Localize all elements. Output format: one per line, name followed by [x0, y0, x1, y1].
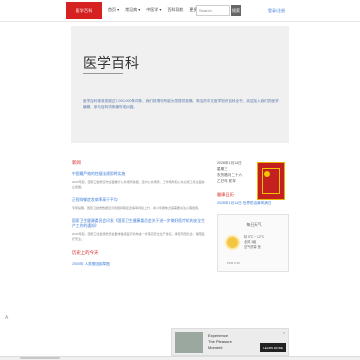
history-section: 历史上的今天 2000年 人类基因组草图 — [72, 250, 206, 267]
advertisement-banner[interactable]: Experience The Pleasure Moment LEARN MOR… — [171, 328, 289, 356]
hero-divider — [83, 73, 123, 74]
ad-image — [175, 332, 203, 353]
ad-cta-button[interactable]: LEARN MORE — [260, 343, 286, 352]
weather-pm25: PM2.5 45 — [227, 261, 240, 265]
scrollbar-thumb[interactable] — [20, 357, 60, 359]
nav-tcm[interactable]: 中医学 ▾ — [146, 7, 161, 13]
ad-close-icon[interactable]: × — [283, 330, 285, 335]
weather-details: 晴 5°C ~ 12°C 北风 3级 空气质量 良 — [244, 235, 264, 250]
nav-directory[interactable]: 百科导航 — [167, 7, 183, 13]
weather-air: 空气质量 良 — [244, 245, 261, 249]
news-section-title: 新闻 — [72, 160, 81, 165]
news-item: 中国最严格的控烟法规即将实施 2026年起，国家卫健委宣布全面推行公共场所禁烟，… — [72, 172, 206, 190]
news-title-link[interactable]: 正视抑郁症发病率高于平均 — [72, 198, 206, 203]
ad-line-3: Moment — [208, 345, 223, 350]
news-summary: 2026年起，国家卫健委宣布全面推行公共场所禁烟，室内公共场所、工作场所和公共交… — [72, 180, 205, 189]
hero-banner: 医学百科 医学百科现收录超过7,000,000条词条，我们将竭尽所能为您提供准确… — [71, 26, 289, 143]
news-item: 正视抑郁症发病率高于平均 专家提醒，国家卫健委数据显示我国抑郁症患病率持续上升，… — [72, 198, 206, 211]
nav-diseases[interactable]: 常见病 ▾ — [125, 7, 140, 13]
sun-icon — [227, 237, 238, 248]
news-title-link[interactable]: 国家卫生健康委员会印发《国家卫生健康委员会关于进一步做好医疗机构安全生产工作的通… — [72, 219, 206, 229]
search-button[interactable]: 搜索 — [231, 5, 241, 16]
corner-mark: A — [5, 315, 9, 321]
almanac-image[interactable] — [257, 162, 285, 200]
news-item: 国家卫生健康委员会印发《国家卫生健康委员会关于进一步做好医疗机构安全生产工作的通… — [72, 219, 206, 242]
news-title-link[interactable]: 中国最严格的控烟法规即将实施 — [72, 172, 206, 177]
top-bar: 医学百科 首页 ▾ 常见病 ▾ 中医学 ▾ 百科导航 更多 ▾ Search 搜… — [0, 0, 360, 22]
news-column: 新闻 中国最严格的控烟法规即将实施 2026年起，国家卫健委宣布全面推行公共场所… — [72, 160, 206, 267]
news-summary: 2026年起，国家卫生健康委员会要求各级医疗机构进一步落实安全生产责任，排查风险… — [72, 232, 205, 241]
ad-copy: Experience The Pleasure Moment — [208, 333, 232, 351]
health-calendar-link[interactable]: 2026年1月14日 世界防治麻风病日 — [217, 201, 289, 206]
search-input[interactable]: Search — [196, 5, 230, 16]
history-title: 历史上的今天 — [72, 250, 99, 255]
side-column: 2026年1月14日 星期三 农历腊月二十六 乙巳年 蛇年 健康日历 2026年… — [217, 160, 289, 272]
hero-title: 医学百科 — [83, 55, 139, 71]
almanac-emblem-icon — [264, 171, 270, 177]
hero-description: 医学百科现收录超过7,000,000条词条，我们将竭尽所能为您提供准确、简洁的中… — [83, 99, 279, 109]
login-link[interactable]: 登录/注册 — [268, 8, 285, 14]
main-nav: 首页 ▾ 常见病 ▾ 中医学 ▾ 百科导航 更多 ▾ — [108, 7, 201, 13]
nav-home[interactable]: 首页 ▾ — [108, 7, 119, 13]
weather-title: 每日天气 — [246, 223, 262, 227]
weather-widget: 每日天气 晴 5°C ~ 12°C 北风 3级 空气质量 良 PM2.5 45 — [217, 214, 289, 272]
logo-text: 医学百科 — [75, 7, 93, 13]
history-link[interactable]: 2000年 人类基因组草图 — [72, 262, 206, 267]
news-summary: 专家提醒，国家卫健委数据显示我国抑郁症患病率持续上升，青少年群体尤其需要关注心理… — [72, 206, 202, 210]
site-logo[interactable]: 医学百科 — [66, 2, 102, 19]
